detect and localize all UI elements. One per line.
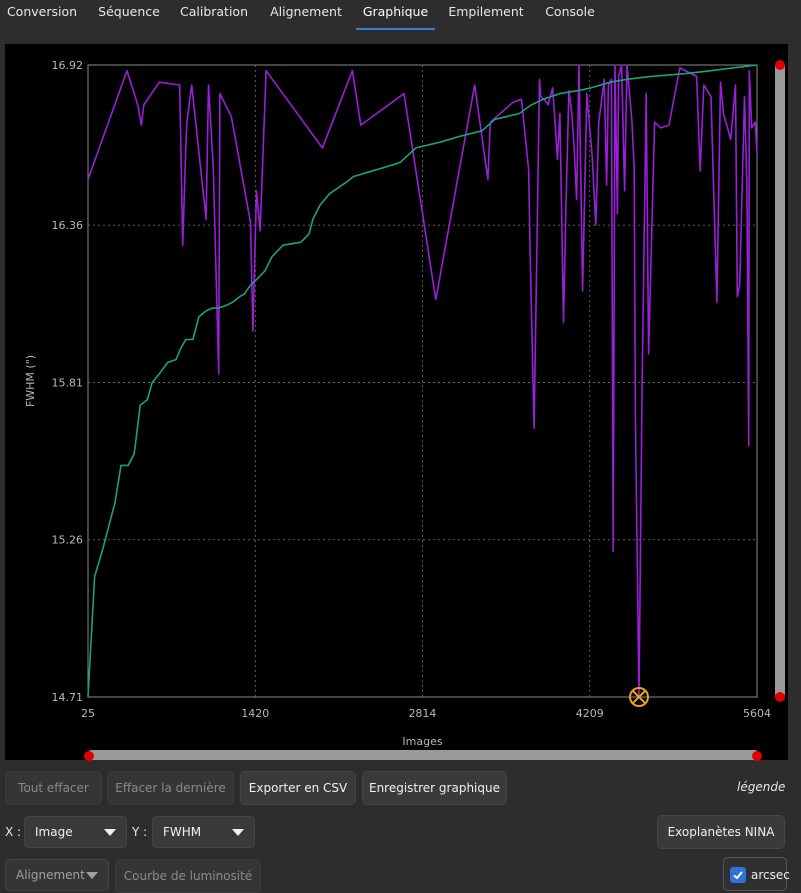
- checkmark-icon: [733, 871, 743, 880]
- tab-alignement[interactable]: Alignement: [266, 0, 346, 30]
- x-tick-label: 4209: [576, 707, 604, 720]
- tab-sequence[interactable]: Séquence: [90, 0, 168, 30]
- arcsec-toggle[interactable]: arcsec: [723, 857, 790, 891]
- legend-label[interactable]: légende: [737, 780, 785, 794]
- tab-empilement[interactable]: Empilement: [444, 0, 528, 30]
- arcsec-checkbox[interactable]: [730, 867, 746, 883]
- mode-select[interactable]: Alignement: [5, 859, 109, 891]
- x-axis-select[interactable]: Image: [24, 816, 127, 848]
- mode-select-value: Alignement: [16, 868, 85, 882]
- y-tick-label: 16.92: [52, 59, 84, 72]
- tab-graphique[interactable]: Graphique: [356, 0, 435, 30]
- y-tick-label: 16.36: [52, 219, 84, 232]
- y-axis-select-value: FWHM: [163, 825, 202, 839]
- y-axis-select[interactable]: FWHM: [152, 816, 255, 848]
- x-tick-label: 1420: [241, 707, 269, 720]
- tab-calibration[interactable]: Calibration: [174, 0, 254, 30]
- x-axis-title: Images: [402, 735, 442, 748]
- x-axis-label: X :: [5, 825, 22, 839]
- x-tick-label: 25: [81, 707, 95, 720]
- clear-all-button[interactable]: Tout effacer: [5, 771, 102, 805]
- export-csv-button[interactable]: Exporter en CSV: [240, 771, 356, 805]
- chevron-down-icon: [232, 829, 244, 836]
- y-tick-label: 14.71: [52, 691, 84, 704]
- y-tick-label: 15.26: [52, 534, 84, 547]
- arcsec-label: arcsec: [751, 868, 790, 882]
- x-axis-select-value: Image: [35, 825, 73, 839]
- nina-exoplanets-button[interactable]: Exoplanètes NINA: [657, 815, 785, 849]
- clear-last-button[interactable]: Effacer la dernière: [107, 771, 234, 805]
- x-tick-label: 2814: [408, 707, 436, 720]
- chevron-down-icon: [86, 872, 98, 879]
- y-axis-label: Y :: [132, 825, 148, 839]
- tab-console[interactable]: Console: [538, 0, 602, 30]
- chevron-down-icon: [104, 829, 116, 836]
- y-tick-label: 15.81: [52, 376, 84, 389]
- save-graph-button[interactable]: Enregistrer graphique: [362, 771, 507, 805]
- tab-conversion[interactable]: Conversion: [0, 0, 84, 30]
- fwhm-chart: 14.71 15.26 15.81 16.36 16.92 25 1420 2814 4209 5…: [24, 59, 771, 748]
- plot-area: 14.71 15.26 15.81 16.36 16.92 25 1420 2814 4209 5…: [5, 44, 788, 760]
- y-axis-title: FWHM ("): [24, 355, 37, 407]
- x-tick-label: 5604: [743, 707, 771, 720]
- tab-bar: Conversion Séquence Calibration Aligneme…: [0, 0, 801, 30]
